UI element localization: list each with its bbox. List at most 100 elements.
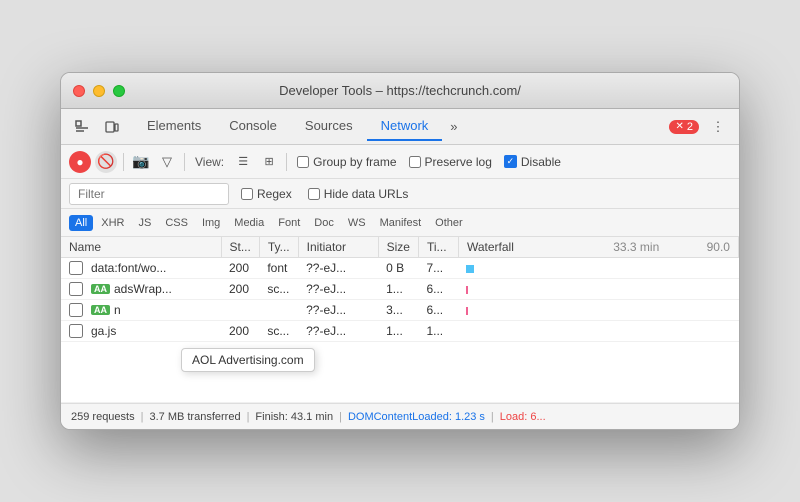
- row-size: 1...: [378, 321, 418, 342]
- type-filter-css[interactable]: CSS: [159, 215, 194, 231]
- camera-button[interactable]: 📷: [130, 151, 152, 173]
- regex-check[interactable]: Regex: [241, 187, 292, 201]
- col-waterfall-header: Waterfall 33.3 min 90.0: [458, 237, 738, 258]
- filter-button[interactable]: ▽: [156, 151, 178, 173]
- type-filter-all[interactable]: All: [69, 215, 93, 231]
- type-filter-manifest[interactable]: Manifest: [374, 215, 428, 231]
- error-icon: ✕: [675, 121, 683, 132]
- load-link[interactable]: Load: 6...: [500, 411, 546, 423]
- group-by-frame-label: Group by frame: [313, 155, 396, 169]
- more-tabs-button[interactable]: »: [442, 113, 465, 140]
- disable-label: Disable: [521, 155, 561, 169]
- row-checkbox[interactable]: [69, 324, 83, 338]
- disable-checkbox[interactable]: ✓: [504, 155, 517, 168]
- row-checkbox[interactable]: [69, 282, 83, 296]
- maximize-button[interactable]: [113, 85, 125, 97]
- row-checkbox[interactable]: [69, 303, 83, 317]
- row-initiator: ??-eJ...: [298, 279, 378, 300]
- regex-checkbox[interactable]: [241, 188, 253, 200]
- type-filter-font[interactable]: Font: [272, 215, 306, 231]
- hide-data-urls-check[interactable]: Hide data URLs: [308, 187, 409, 201]
- error-count: 2: [687, 121, 693, 133]
- devtools-window: Developer Tools – https://techcrunch.com…: [60, 72, 740, 430]
- device-toggle-icon[interactable]: [99, 116, 125, 138]
- record-button[interactable]: ●: [69, 151, 91, 173]
- row-status: 200: [221, 321, 259, 342]
- separator-3: [286, 153, 287, 171]
- row-size: 1...: [378, 279, 418, 300]
- inspect-icon[interactable]: [69, 116, 95, 138]
- title-bar: Developer Tools – https://techcrunch.com…: [61, 73, 739, 109]
- table-row[interactable]: data:font/wo...200font??-eJ...0 B7...: [61, 258, 739, 279]
- col-initiator-header: Initiator: [298, 237, 378, 258]
- requests-count: 259 requests: [71, 411, 135, 423]
- dom-content-loaded-link[interactable]: DOMContentLoaded: 1.23 s: [348, 411, 485, 423]
- tab-network[interactable]: Network: [367, 112, 443, 141]
- table-row[interactable]: AAn??-eJ...3...6...: [61, 300, 739, 321]
- type-filter-media[interactable]: Media: [228, 215, 270, 231]
- preserve-log-check[interactable]: Preserve log: [409, 155, 492, 169]
- row-waterfall: [458, 300, 738, 321]
- separator-2: [184, 153, 185, 171]
- tab-elements[interactable]: Elements: [133, 112, 215, 141]
- row-waterfall: [458, 258, 738, 279]
- col-name-header: Name: [61, 237, 221, 258]
- tab-bar-right: ✕ 2 ⋮: [669, 116, 731, 138]
- row-initiator: ??-eJ...: [298, 258, 378, 279]
- hide-data-urls-checkbox[interactable]: [308, 188, 320, 200]
- tab-bar-icons: [69, 116, 125, 138]
- type-filter-doc[interactable]: Doc: [308, 215, 340, 231]
- type-bar: AllXHRJSCSSImgMediaFontDocWSManifestOthe…: [61, 209, 739, 237]
- row-checkbox[interactable]: [69, 261, 83, 275]
- type-filter-xhr[interactable]: XHR: [95, 215, 130, 231]
- view-waterfall-icon[interactable]: ⊞: [258, 151, 280, 173]
- preserve-log-checkbox[interactable]: [409, 156, 421, 168]
- type-filter-img[interactable]: Img: [196, 215, 226, 231]
- row-status: 200: [221, 258, 259, 279]
- waterfall-bar: [466, 307, 468, 315]
- tabs: Elements Console Sources Network »: [133, 112, 669, 141]
- more-options-icon[interactable]: ⋮: [705, 116, 731, 138]
- row-time: 7...: [418, 258, 458, 279]
- col-type-header: Ty...: [259, 237, 298, 258]
- view-label: View:: [195, 155, 224, 169]
- disable-check[interactable]: ✓ Disable: [504, 155, 561, 169]
- row-waterfall: [458, 279, 738, 300]
- window-title: Developer Tools – https://techcrunch.com…: [279, 83, 521, 98]
- row-size: 0 B: [378, 258, 418, 279]
- row-status: 200: [221, 279, 259, 300]
- aa-badge: AA: [91, 305, 110, 315]
- transferred-size: 3.7 MB transferred: [149, 411, 240, 423]
- type-filter-ws[interactable]: WS: [342, 215, 372, 231]
- finish-time: Finish: 43.1 min: [255, 411, 333, 423]
- table-row[interactable]: AAadsWrap...200sc...??-eJ...1...6...: [61, 279, 739, 300]
- tab-sources[interactable]: Sources: [291, 112, 367, 141]
- tab-bar: Elements Console Sources Network » ✕ 2 ⋮: [61, 109, 739, 145]
- col-size-header: Size: [378, 237, 418, 258]
- tooltip: AOL Advertising.com: [181, 348, 315, 372]
- row-time: 6...: [418, 279, 458, 300]
- tab-console[interactable]: Console: [215, 112, 291, 141]
- error-badge[interactable]: ✕ 2: [669, 120, 699, 134]
- network-table-body: data:font/wo...200font??-eJ...0 B7...AAa…: [61, 258, 739, 342]
- group-by-frame-check[interactable]: Group by frame: [297, 155, 396, 169]
- type-filter-js[interactable]: JS: [132, 215, 157, 231]
- close-button[interactable]: [73, 85, 85, 97]
- clear-button[interactable]: 🚫: [95, 151, 117, 173]
- type-filter-other[interactable]: Other: [429, 215, 469, 231]
- row-name: data:font/wo...: [91, 261, 166, 275]
- waterfall-bar: [466, 286, 468, 294]
- row-status: [221, 300, 259, 321]
- row-name: adsWrap...: [114, 282, 172, 296]
- filter-input[interactable]: [69, 183, 229, 205]
- view-list-icon[interactable]: ☰: [232, 151, 254, 173]
- preserve-log-label: Preserve log: [425, 155, 492, 169]
- row-time: 1...: [418, 321, 458, 342]
- table-row[interactable]: ga.js200sc...??-eJ...1...1...: [61, 321, 739, 342]
- regex-label: Regex: [257, 187, 292, 201]
- col-time-header: Ti...: [418, 237, 458, 258]
- group-by-frame-checkbox[interactable]: [297, 156, 309, 168]
- minimize-button[interactable]: [93, 85, 105, 97]
- toolbar: ● 🚫 📷 ▽ View: ☰ ⊞ Group by frame Preserv…: [61, 145, 739, 179]
- network-table: Name St... Ty... Initiator Size Ti... Wa…: [61, 237, 739, 342]
